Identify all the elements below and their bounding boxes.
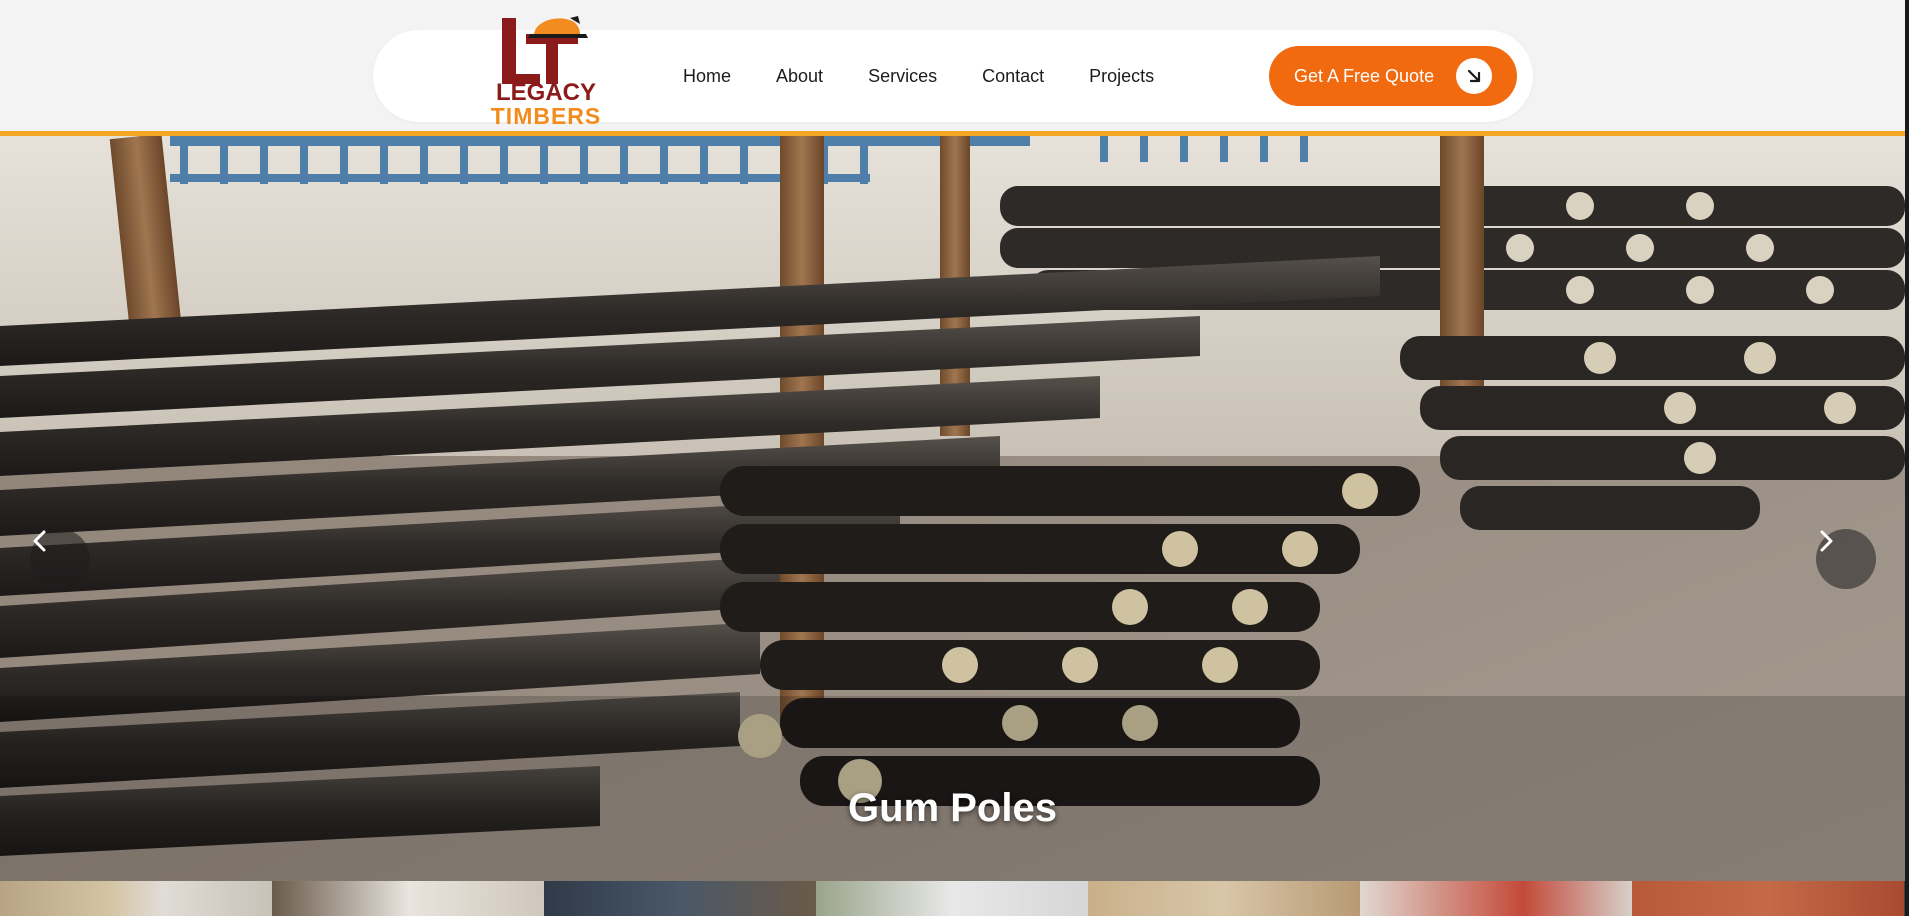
thumbnail[interactable] xyxy=(1360,881,1632,916)
hero-slider: Gum Poles xyxy=(0,136,1905,881)
chevron-right-icon xyxy=(1820,530,1833,552)
hero-image-gum-poles xyxy=(0,136,1905,881)
nav-about[interactable]: About xyxy=(776,60,823,92)
nav-home[interactable]: Home xyxy=(683,60,731,92)
slider-next-button[interactable] xyxy=(1816,529,1876,589)
chevron-left-icon xyxy=(33,530,46,552)
legacy-timbers-logo[interactable]: LEGACY TIMBERS xyxy=(474,12,618,132)
nav-services[interactable]: Services xyxy=(868,60,937,92)
thumbnail[interactable] xyxy=(272,881,544,916)
slider-prev-button[interactable] xyxy=(30,529,90,589)
arrow-down-right-icon xyxy=(1456,58,1492,94)
svg-text:LEGACY: LEGACY xyxy=(496,79,596,106)
window-edge xyxy=(1905,0,1909,916)
slide-caption: Gum Poles xyxy=(848,786,1057,830)
nav-contact[interactable]: Contact xyxy=(982,60,1044,92)
thumbnail[interactable] xyxy=(816,881,1088,916)
site-header: LEGACY TIMBERS Home About Services Conta… xyxy=(0,0,1905,132)
main-navigation: Home About Services Contact Projects xyxy=(683,60,1199,92)
nav-projects[interactable]: Projects xyxy=(1089,60,1154,92)
svg-text:TIMBERS: TIMBERS xyxy=(491,103,602,129)
thumbnail[interactable] xyxy=(544,881,816,916)
thumbnail[interactable] xyxy=(1632,881,1904,916)
get-free-quote-button[interactable]: Get A Free Quote xyxy=(1269,46,1517,106)
thumbnail[interactable] xyxy=(1088,881,1360,916)
cta-label: Get A Free Quote xyxy=(1294,65,1435,86)
slider-thumbnails xyxy=(0,881,1905,916)
thumbnail[interactable] xyxy=(0,881,272,916)
